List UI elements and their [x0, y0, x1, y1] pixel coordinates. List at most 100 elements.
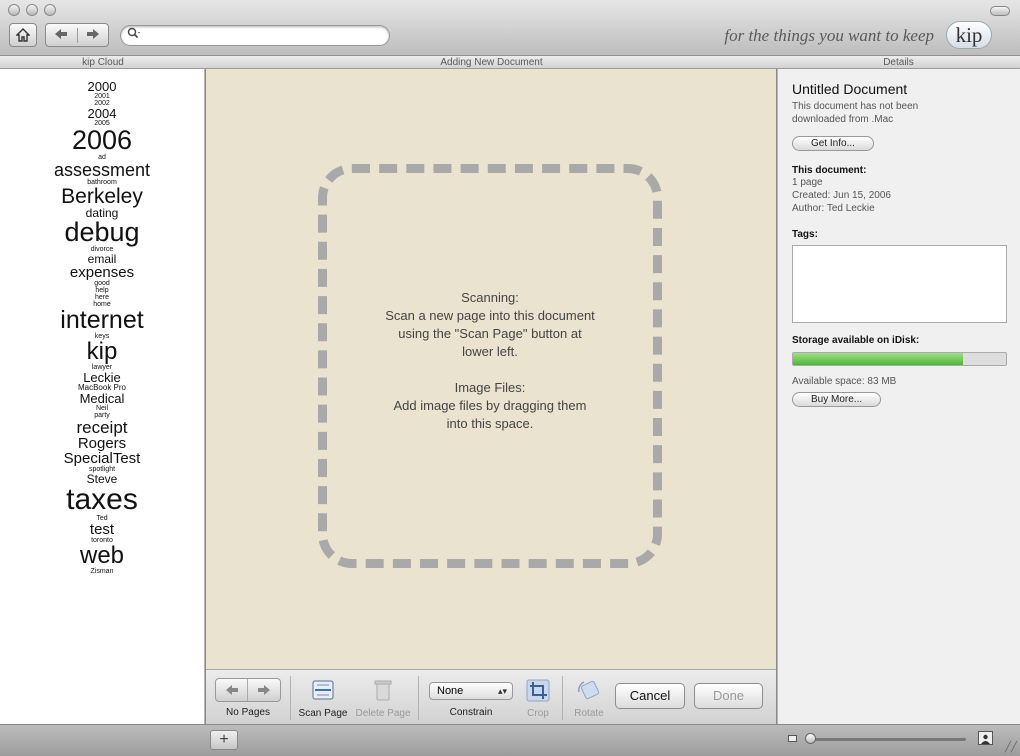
scanning-heading: Scanning:: [461, 290, 519, 305]
cloud-tag[interactable]: good: [0, 280, 204, 287]
cloud-tag[interactable]: taxes: [0, 485, 204, 515]
cancel-button[interactable]: Cancel: [615, 683, 685, 709]
cloud-tag[interactable]: internet: [0, 308, 204, 333]
crop-icon: [526, 679, 550, 702]
tags-heading: Tags:: [792, 229, 818, 240]
history-nav: [45, 23, 109, 47]
rotate-button[interactable]: Rotate: [568, 678, 610, 719]
download-note-1: This document has not been: [792, 101, 919, 112]
select-arrows-icon: ▴▾: [497, 686, 507, 696]
minimize-window-button[interactable]: [26, 4, 38, 16]
constrain-label: Constrain: [449, 707, 493, 718]
get-info-button[interactable]: Get Info...: [792, 136, 874, 151]
toolbar-toggle-button[interactable]: [990, 6, 1010, 16]
delete-page-label: Delete Page: [355, 708, 411, 719]
cloud-header: kip Cloud: [0, 56, 206, 69]
cloud-tag[interactable]: 2000: [0, 80, 204, 93]
cloud-tag[interactable]: 2001: [0, 93, 204, 100]
right-arrow-icon: [258, 685, 270, 695]
document-drop-area[interactable]: Scanning: Scan a new page into this docu…: [206, 69, 776, 669]
drop-instructions: Scanning: Scan a new page into this docu…: [318, 289, 662, 433]
scan-page-label: Scan Page: [298, 708, 348, 719]
author: Author: Ted Leckie: [792, 203, 875, 214]
crop-label: Crop: [527, 708, 549, 719]
cloud-tag[interactable]: test: [0, 522, 204, 537]
page-count: 1 page: [792, 177, 823, 188]
cloud-tag[interactable]: debug: [0, 219, 204, 246]
home-icon: [16, 28, 30, 42]
storage-heading: Storage available on iDisk:: [792, 335, 920, 346]
small-thumbnail-icon: [788, 735, 797, 742]
cloud-tag[interactable]: Berkeley: [0, 186, 204, 207]
image-files-text-2: into this space.: [446, 416, 534, 431]
cloud-tag[interactable]: Medical: [0, 392, 204, 405]
document-title: Untitled Document: [792, 81, 908, 97]
toolbar-divider: [290, 676, 291, 720]
back-button[interactable]: [46, 27, 78, 43]
cloud-tag[interactable]: Rogers: [0, 436, 204, 451]
created-date: Created: Jun 15, 2006: [792, 190, 891, 201]
crop-button[interactable]: Crop: [519, 678, 557, 719]
storage-bar: [792, 352, 1007, 366]
scan-page-button[interactable]: Scan Page: [296, 678, 350, 719]
delete-page-button[interactable]: Delete Page: [352, 678, 414, 719]
scanning-text-2: using the "Scan Page" button at: [398, 326, 582, 341]
cloud-tag[interactable]: assessment: [0, 161, 204, 179]
available-space: Available space: 83 MB: [792, 376, 897, 387]
rotate-icon: [578, 680, 600, 700]
image-files-heading: Image Files:: [454, 380, 526, 395]
window-toolbar: for the things you want to keep kip: [0, 0, 1020, 56]
tag-cloud: 2000 2001 2002 2004 2005 2006 ad assessment bath…: [0, 69, 205, 724]
tags-field[interactable]: [792, 245, 1007, 323]
back-arrow-icon: [55, 28, 68, 39]
constrain-select[interactable]: None ▴▾: [429, 682, 513, 700]
cloud-tag[interactable]: Zisman: [0, 568, 204, 575]
zoom-slider-track[interactable]: [806, 738, 966, 741]
cloud-tag[interactable]: Neil: [0, 405, 204, 412]
search-icon: [127, 27, 141, 42]
zoom-window-button[interactable]: [44, 4, 56, 16]
rotate-label: Rotate: [574, 708, 604, 719]
document-toolbar: No Pages Scan Page Delete Page None ▴▾ C…: [206, 669, 776, 724]
download-note-2: downloaded from .Mac: [792, 114, 894, 125]
scanning-text-3: lower left.: [462, 344, 518, 359]
buy-more-button[interactable]: Buy More...: [792, 392, 882, 407]
trash-icon: [374, 680, 392, 701]
done-button[interactable]: Done: [694, 683, 763, 709]
left-arrow-icon: [225, 685, 238, 695]
details-header: Details: [777, 56, 1020, 69]
close-window-button[interactable]: [8, 4, 20, 16]
document-header: Adding New Document: [206, 56, 777, 69]
zoom-slider-knob[interactable]: [805, 733, 816, 744]
large-thumbnail-icon: [978, 731, 993, 745]
constrain-value: None: [437, 685, 464, 697]
forward-button[interactable]: [78, 28, 109, 43]
storage-bar-fill: [793, 353, 964, 365]
next-page-button[interactable]: [248, 679, 280, 701]
cloud-tag[interactable]: here: [0, 294, 204, 301]
kip-logo: kip: [946, 21, 992, 49]
cloud-tag[interactable]: 2004: [0, 107, 204, 120]
image-files-text-1: Add image files by dragging them: [393, 398, 587, 413]
cloud-tag[interactable]: 2006: [0, 127, 204, 154]
page-nav: [215, 678, 281, 702]
window-controls: [8, 4, 56, 16]
cloud-tag[interactable]: receipt: [0, 419, 204, 436]
scanner-icon: [312, 680, 334, 700]
cloud-tag[interactable]: web: [0, 544, 204, 568]
status-bar: + ╱╱: [0, 724, 1020, 756]
search-input[interactable]: [120, 25, 390, 46]
previous-page-button[interactable]: [216, 679, 248, 701]
resize-grip-icon[interactable]: ╱╱: [1005, 742, 1017, 753]
scanning-text-1: Scan a new page into this document: [385, 308, 595, 323]
toolbar-divider: [418, 676, 419, 720]
cloud-tag[interactable]: expenses: [0, 265, 204, 280]
details-panel: Untitled Document This document has not …: [777, 69, 1020, 724]
toolbar-divider: [562, 676, 563, 720]
cloud-tag[interactable]: kip: [0, 340, 204, 364]
this-document-heading: This document:: [792, 165, 867, 176]
home-button[interactable]: [9, 23, 37, 47]
cloud-tag[interactable]: SpecialTest: [0, 451, 204, 466]
add-document-button[interactable]: +: [210, 730, 238, 750]
cloud-tag[interactable]: help: [0, 287, 204, 294]
